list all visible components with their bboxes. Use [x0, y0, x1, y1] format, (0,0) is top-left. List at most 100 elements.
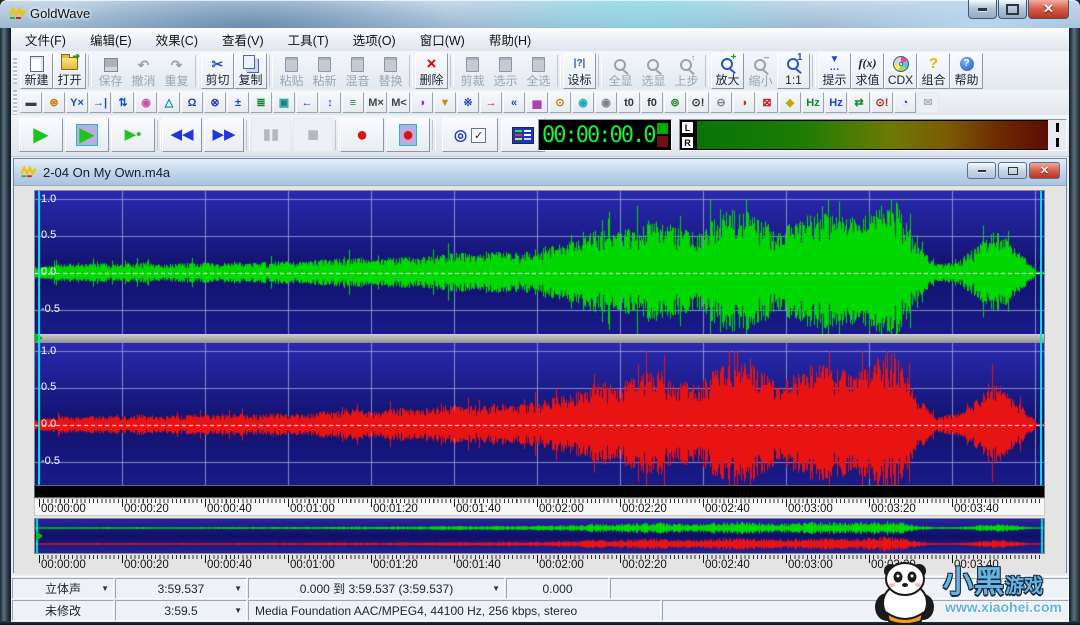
- title-bar[interactable]: GoldWave ✕: [0, 0, 1080, 28]
- toolbar-button-全选[interactable]: 全选: [522, 53, 555, 89]
- knob-alert-icon[interactable]: ⊙!: [687, 92, 709, 113]
- dropdown-arrow-icon[interactable]: ▼: [234, 606, 242, 615]
- effect-wheel-icon[interactable]: ⊛: [43, 92, 65, 113]
- play-marker-button[interactable]: ▶•: [111, 118, 155, 152]
- left-channel-waveform[interactable]: [35, 191, 1044, 334]
- expander-icon[interactable]: ▣: [273, 92, 295, 113]
- knob-icon[interactable]: ◉: [595, 92, 617, 113]
- toolbar-button-缩小[interactable]: −缩小: [744, 53, 777, 89]
- dropdown-arrow-icon[interactable]: ▼: [492, 584, 500, 593]
- status-cell[interactable]: 未修改: [12, 600, 114, 621]
- toolbar-grip[interactable]: [13, 58, 17, 84]
- spectrum-triangle-icon[interactable]: ▼: [434, 92, 456, 113]
- overview-strip[interactable]: [34, 518, 1045, 554]
- right-channel-area[interactable]: 1.00.50.0-0.5: [35, 343, 1044, 486]
- minimize-button[interactable]: [968, 0, 997, 19]
- menu-item-2[interactable]: 效果(C): [146, 27, 208, 52]
- knob-warning-icon[interactable]: ⊙!: [871, 92, 893, 113]
- stereo-3d-icon[interactable]: ◑: [411, 92, 433, 113]
- left-channel-area[interactable]: 1.00.50.0-0.5: [35, 191, 1044, 334]
- invert-icon[interactable]: ±: [227, 92, 249, 113]
- selection-start-line[interactable]: [38, 191, 40, 486]
- status-cell[interactable]: 3:59.537▼: [115, 578, 247, 599]
- doppler-icon[interactable]: ◉: [135, 92, 157, 113]
- toolbar-button-上步[interactable]: ↑上步: [670, 53, 703, 89]
- play-selection-button[interactable]: ▶: [65, 118, 109, 152]
- time-knob-icon[interactable]: t0: [618, 92, 640, 113]
- knob-teal-icon[interactable]: ◉: [572, 92, 594, 113]
- document-close-button[interactable]: ✕: [1029, 162, 1060, 179]
- hz-scale-icon[interactable]: Hz: [825, 92, 847, 113]
- toolbar-button-CDX[interactable]: CDX: [884, 53, 917, 89]
- toolbar-button-全显[interactable]: 全显: [604, 53, 637, 89]
- pitch-bars-icon[interactable]: ≡: [342, 92, 364, 113]
- status-cell[interactable]: Media Foundation AAC/MPEG4, 44100 Hz, 25…: [248, 600, 661, 621]
- toolbar-button-粘贴[interactable]: 粘贴: [275, 53, 308, 89]
- status-cell[interactable]: 立体声▼: [12, 578, 114, 599]
- toolbar-button-混音[interactable]: 混音: [341, 53, 374, 89]
- equalizer-icon[interactable]: ≣: [250, 92, 272, 113]
- resample-icon[interactable]: ⇄: [848, 92, 870, 113]
- record-selection-button[interactable]: ●: [386, 118, 430, 152]
- mechanize-icon[interactable]: M×: [365, 92, 387, 113]
- gear-icon[interactable]: ⊗: [204, 92, 226, 113]
- toolbar-button-保存[interactable]: 保存: [94, 53, 127, 89]
- clock-icon[interactable]: ◔: [894, 92, 916, 113]
- document-maximize-button[interactable]: [998, 162, 1027, 179]
- pan-diamond-icon[interactable]: ◆: [779, 92, 801, 113]
- menu-item-1[interactable]: 编辑(E): [80, 27, 142, 52]
- toolbar-button-提示[interactable]: ▼…提示: [818, 53, 851, 89]
- dropdown-arrow-icon[interactable]: ▼: [101, 584, 109, 593]
- toolbar-button-打开[interactable]: 打开: [53, 53, 86, 89]
- freq-knob-icon[interactable]: f0: [641, 92, 663, 113]
- menu-item-7[interactable]: 帮助(H): [479, 27, 541, 52]
- knob-split-icon[interactable]: ◑: [733, 92, 755, 113]
- rainbow-bar-icon[interactable]: ▅: [526, 92, 548, 113]
- document-minimize-button[interactable]: [967, 162, 996, 179]
- time-ruler[interactable]: 00:00:0000:00:2000:00:4000:01:0000:01:20…: [34, 498, 1045, 516]
- toolbar-button-删除[interactable]: ×删除: [415, 53, 448, 89]
- monitor-checkbox-button[interactable]: ◎ ✓: [442, 118, 498, 152]
- toolbar-button-组合[interactable]: ?组合: [917, 53, 950, 89]
- play-button[interactable]: ▶: [19, 118, 63, 152]
- toolbar-button-剪切[interactable]: ✂剪切: [201, 53, 234, 89]
- status-cell[interactable]: 0.000: [506, 578, 609, 599]
- toolbar-button-重复[interactable]: ↷重复: [160, 53, 193, 89]
- maximize-button[interactable]: [998, 0, 1027, 19]
- updown-arrows-icon[interactable]: ⇅: [112, 92, 134, 113]
- toolbar-button-粘新[interactable]: 粘新: [308, 53, 341, 89]
- status-cell[interactable]: 0.000 到 3:59.537 (3:59.537)▼: [248, 578, 505, 599]
- rewind-button[interactable]: ◀◀: [162, 118, 202, 152]
- rewind-lines-icon[interactable]: «: [503, 92, 525, 113]
- toolbar-button-选显[interactable]: 选显: [637, 53, 670, 89]
- filter-omega-icon[interactable]: Ω: [181, 92, 203, 113]
- toolbar-button-设标[interactable]: |?|设标: [563, 53, 596, 89]
- toolbar-button-选示[interactable]: 选示: [489, 53, 522, 89]
- menu-item-6[interactable]: 窗口(W): [410, 27, 475, 52]
- menu-item-3[interactable]: 查看(V): [212, 27, 274, 52]
- knob-link-icon[interactable]: ⊖: [710, 92, 732, 113]
- mute-lips-icon[interactable]: ⊠: [756, 92, 778, 113]
- left-arrow-icon[interactable]: ←: [296, 92, 318, 113]
- menu-item-4[interactable]: 工具(T): [278, 27, 339, 52]
- toolbar-button-复制[interactable]: 复制: [234, 53, 267, 89]
- remove-arrow-icon[interactable]: →: [480, 92, 502, 113]
- toolbar-button-求值[interactable]: f(x)求值: [851, 53, 884, 89]
- device-bar-icon[interactable]: ▬: [20, 92, 42, 113]
- document-title-bar[interactable]: 2-04 On My Own.m4a ✕: [14, 159, 1066, 186]
- xy-swap-icon[interactable]: Y×: [66, 92, 88, 113]
- toolbar-grip[interactable]: [13, 90, 17, 116]
- toolbar-button-撤消[interactable]: ↶撤消: [127, 53, 160, 89]
- knob-lines-icon[interactable]: ⊚: [664, 92, 686, 113]
- gear-color-icon[interactable]: ⊙: [549, 92, 571, 113]
- hz-play-icon[interactable]: Hz: [802, 92, 824, 113]
- fast-forward-button[interactable]: ▶▶: [204, 118, 244, 152]
- close-button[interactable]: ✕: [1028, 0, 1069, 19]
- toolbar-button-替换[interactable]: 替换: [374, 53, 407, 89]
- toolbar-button-帮助[interactable]: ?帮助: [950, 53, 983, 89]
- menu-item-5[interactable]: 选项(O): [343, 27, 406, 52]
- record-button[interactable]: ●: [340, 118, 384, 152]
- menu-item-0[interactable]: 文件(F): [15, 27, 76, 52]
- dropdown-arrow-icon[interactable]: ▼: [234, 584, 242, 593]
- right-channel-waveform[interactable]: [35, 343, 1044, 486]
